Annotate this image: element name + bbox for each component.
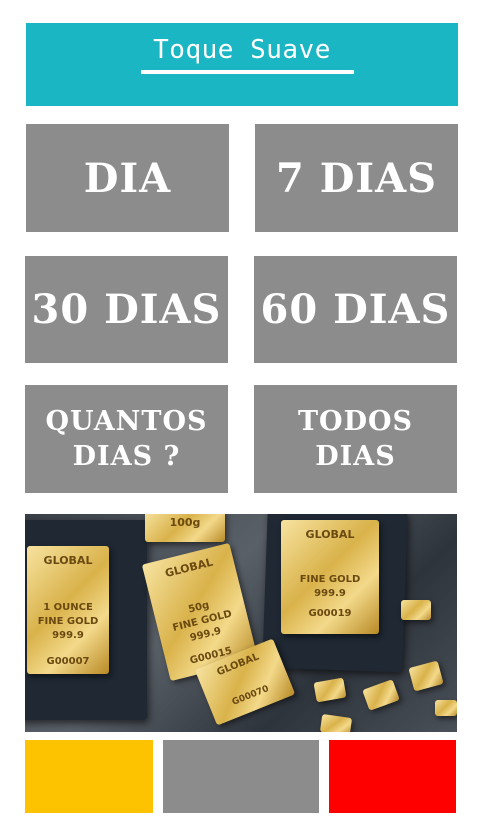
gold-bar-1-line3: 999.9 [52, 630, 84, 641]
day-button[interactable]: DIA [26, 124, 229, 232]
gold-bar-3-line3: 999.9 [314, 588, 346, 599]
small-gold-bar-2 [313, 677, 347, 703]
gold-bar-top-text: 100g [169, 516, 201, 529]
day-button-label: DIA [83, 154, 172, 202]
app-title: Toque Suave [153, 35, 331, 65]
how-many-days-label-line1: QUANTOS [45, 406, 208, 437]
thirty-days-button[interactable]: 30 DIAS [25, 256, 228, 363]
gold-bar-top: 100g [145, 514, 225, 542]
gold-bar-3: GLOBAL FINE GOLD 999.9 G00019 [281, 520, 379, 634]
gold-bar-3-brand: GLOBAL [305, 528, 355, 541]
small-gold-bar-6 [435, 700, 457, 716]
gold-bar-3-serial: G00019 [308, 608, 352, 619]
how-many-days-label-line2: DIAS ? [72, 441, 181, 472]
yellow-color-button[interactable] [25, 740, 153, 813]
gold-bar-1-serial: G00007 [46, 656, 90, 667]
title-underline [141, 70, 354, 74]
gold-bar-1-line1: 1 OUNCE [43, 602, 93, 613]
gray-color-button[interactable] [163, 740, 319, 813]
sixty-days-button-label: 60 DIAS [260, 286, 451, 333]
gold-bar-1-line2: FINE GOLD [37, 616, 99, 627]
gold-bar-1: GLOBAL 1 OUNCE FINE GOLD 999.9 G00007 [27, 546, 109, 674]
gold-bar-1-brand: GLOBAL [43, 554, 93, 567]
all-days-label-line1: TODOS [297, 406, 414, 437]
seven-days-button-label: 7 DIAS [275, 154, 438, 202]
small-gold-bar-3 [362, 679, 400, 711]
gold-bar-2-brand: GLOBAL [163, 555, 215, 581]
small-gold-bar-1 [401, 600, 431, 620]
all-days-label-line2: DIAS [315, 441, 396, 472]
red-color-button[interactable] [329, 740, 456, 813]
seven-days-button[interactable]: 7 DIAS [255, 124, 458, 232]
gold-bar-4-serial: G00070 [230, 684, 271, 708]
gold-bars-photo: GLOBAL 1 OUNCE FINE GOLD 999.9 G00007 10… [25, 514, 457, 732]
app-header: Toque Suave [26, 23, 458, 106]
small-gold-bar-5 [319, 714, 353, 732]
sixty-days-button[interactable]: 60 DIAS [254, 256, 457, 363]
small-gold-bar-4 [408, 660, 444, 692]
how-many-days-button[interactable]: QUANTOS DIAS ? [25, 385, 228, 493]
all-days-button[interactable]: TODOS DIAS [254, 385, 457, 493]
gold-bar-3-line2: FINE GOLD [299, 574, 361, 585]
thirty-days-button-label: 30 DIAS [31, 286, 222, 333]
